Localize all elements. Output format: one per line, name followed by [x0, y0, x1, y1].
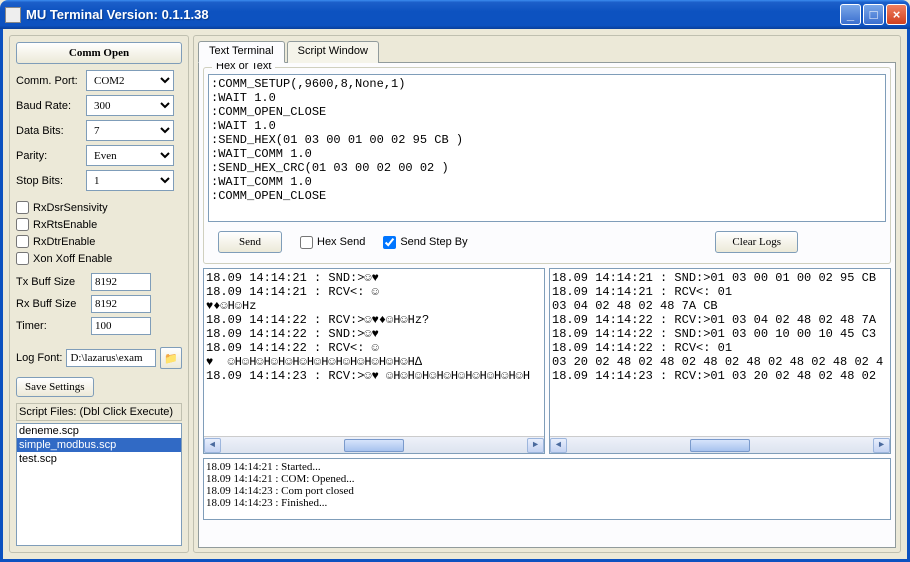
hex-textarea[interactable]	[208, 74, 886, 222]
script-item[interactable]: test.scp	[17, 452, 181, 466]
maximize-button[interactable]: □	[863, 4, 884, 25]
send-button[interactable]: Send	[218, 231, 282, 253]
tab-script-window[interactable]: Script Window	[287, 41, 379, 63]
titlebar: MU Terminal Version: 0.1.1.38 _ □ ×	[0, 0, 910, 29]
script-files-list[interactable]: deneme.scpsimple_modbus.scptest.scp	[16, 423, 182, 546]
rxdtr-checkbox[interactable]	[16, 235, 29, 248]
rxrts-checkbox[interactable]	[16, 218, 29, 231]
save-settings-button[interactable]: Save Settings	[16, 377, 94, 397]
script-item[interactable]: simple_modbus.scp	[17, 438, 181, 452]
xonxoff-label: Xon Xoff Enable	[33, 253, 112, 265]
xonxoff-checkbox[interactable]	[16, 252, 29, 265]
log-left-content: 18.09 14:14:21 : SND:>☺♥ 18.09 14:14:21 …	[204, 269, 544, 436]
script-item[interactable]: deneme.scp	[17, 424, 181, 438]
baud-rate-select[interactable]: 300	[86, 95, 174, 116]
clear-logs-button[interactable]: Clear Logs	[715, 231, 798, 253]
rxbuff-input[interactable]	[91, 295, 151, 313]
timer-label: Timer:	[16, 320, 91, 332]
stop-bits-label: Stop Bits:	[16, 175, 86, 187]
log-right-content: 18.09 14:14:21 : SND:>01 03 00 01 00 02 …	[550, 269, 890, 436]
hex-send-label: Hex Send	[317, 236, 365, 248]
rxbuff-label: Rx Buff Size	[16, 298, 91, 310]
scrollbar-horizontal[interactable]: ◄►	[550, 436, 890, 453]
baud-rate-label: Baud Rate:	[16, 100, 86, 112]
scrollbar-horizontal[interactable]: ◄►	[204, 436, 544, 453]
logfont-input[interactable]	[66, 349, 156, 367]
comm-open-button[interactable]: Comm Open	[16, 42, 182, 64]
timer-input[interactable]	[91, 317, 151, 335]
data-bits-label: Data Bits:	[16, 125, 86, 137]
tab-text-terminal[interactable]: Text Terminal	[198, 41, 285, 63]
data-bits-select[interactable]: 7	[86, 120, 174, 141]
parity-select[interactable]: Even	[86, 145, 174, 166]
hex-send-checkbox[interactable]	[300, 236, 313, 249]
left-panel: Comm Open Comm. Port: COM2 Baud Rate: 30…	[9, 35, 189, 553]
send-step-label: Send Step By	[400, 236, 467, 248]
log-left[interactable]: 18.09 14:14:21 : SND:>☺♥ 18.09 14:14:21 …	[203, 268, 545, 454]
stop-bits-select[interactable]: 1	[86, 170, 174, 191]
app-icon	[5, 7, 21, 23]
rxdsr-checkbox[interactable]	[16, 201, 29, 214]
hex-groupbox: Hex or Text Send Hex Send Send Step By C…	[203, 67, 891, 264]
rxdtr-label: RxDtrEnable	[33, 236, 95, 248]
window-title: MU Terminal Version: 0.1.1.38	[26, 7, 840, 22]
log-right[interactable]: 18.09 14:14:21 : SND:>01 03 00 01 00 02 …	[549, 268, 891, 454]
minimize-button[interactable]: _	[840, 4, 861, 25]
send-step-checkbox[interactable]	[383, 236, 396, 249]
txbuff-input[interactable]	[91, 273, 151, 291]
rxdsr-label: RxDsrSensivity	[33, 202, 108, 214]
right-panel: Text Terminal Script Window Hex or Text …	[193, 35, 901, 553]
close-button[interactable]: ×	[886, 4, 907, 25]
comm-port-label: Comm. Port:	[16, 75, 86, 87]
status-log[interactable]: 18.09 14:14:21 : Started...18.09 14:14:2…	[203, 458, 891, 520]
comm-port-select[interactable]: COM2	[86, 70, 174, 91]
parity-label: Parity:	[16, 150, 86, 162]
logfont-browse-button[interactable]: 📁	[160, 347, 182, 369]
script-files-label: Script Files: (Dbl Click Execute)	[16, 403, 182, 421]
logfont-label: Log Font:	[16, 352, 62, 364]
rxrts-label: RxRtsEnable	[33, 219, 97, 231]
folder-icon: 📁	[164, 352, 178, 365]
txbuff-label: Tx Buff Size	[16, 276, 91, 288]
